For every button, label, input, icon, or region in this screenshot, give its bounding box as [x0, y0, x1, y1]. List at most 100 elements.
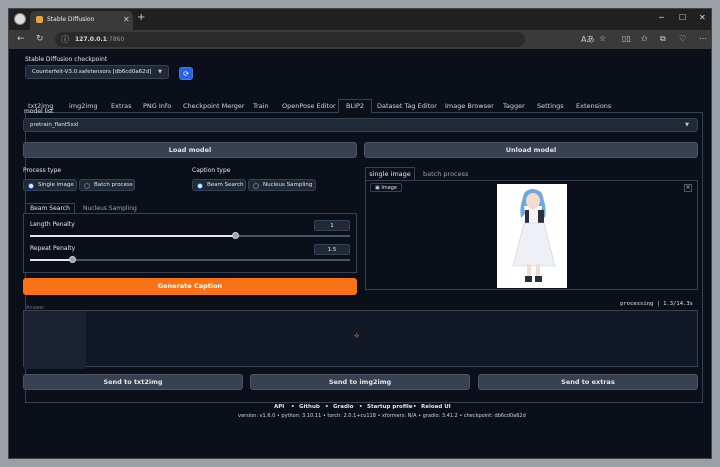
close-window-icon[interactable]: ✕ [699, 13, 706, 22]
repeat-penalty-label: Repeat Penalty [30, 245, 76, 252]
loading-spinner-icon: ⟡ [354, 331, 360, 340]
chevron-down-icon: ▼ [158, 69, 162, 75]
model-list-label: model list [24, 108, 54, 115]
minimize-icon[interactable]: ─ [659, 13, 664, 22]
tab-png-info[interactable]: PNG Info [143, 102, 171, 110]
collections-icon[interactable]: ⧉ [660, 34, 666, 44]
title-bar: Stable Diffusion ✕ + ─ ☐ ✕ [9, 9, 711, 30]
main-tabs: txt2img img2img Extras PNG Info Checkpoi… [25, 99, 703, 114]
tab-settings[interactable]: Settings [537, 102, 564, 110]
answer-loading-panel [24, 311, 86, 369]
footer-separator: • [413, 404, 417, 410]
favorite-star-icon[interactable]: ☆ [599, 34, 606, 43]
tab-blip2[interactable]: BLIP2 [346, 102, 364, 110]
image-label-text: Image [381, 185, 397, 191]
radio-label: Beam Search [207, 182, 244, 188]
radio-beam-search[interactable]: Beam Search [192, 179, 246, 191]
browser-window: Stable Diffusion ✕ + ─ ☐ ✕ ← ↻ ⓘ 127.0.0… [8, 8, 712, 459]
length-penalty-label: Length Penalty [30, 221, 75, 228]
slider-fill [30, 235, 235, 237]
tab-title: Stable Diffusion [47, 16, 95, 23]
version-info: version: v1.6.0 • python: 3.10.11 • torc… [238, 413, 526, 419]
slider-fill [30, 259, 72, 261]
caption-type-label: Caption type [192, 167, 231, 174]
address-bar-row: ← ↻ ⓘ 127.0.0.1:7860 Aあ ☆ ▯▯ ✩ ⧉ ♡ ⋯ [9, 30, 711, 49]
profile-avatar[interactable] [14, 13, 26, 25]
new-tab-icon[interactable]: + [137, 12, 145, 23]
tab-image-browser[interactable]: Image Browser [445, 102, 494, 110]
extensions-icon[interactable]: ♡ [679, 34, 686, 43]
footer-link-gradio[interactable]: Gradio [333, 404, 354, 410]
tab-extras[interactable]: Extras [111, 102, 132, 110]
subtab-nucleus-sampling[interactable]: Nucleus Sampling [83, 205, 137, 212]
url-text[interactable]: 127.0.0.1:7860 [75, 36, 124, 43]
tab-checkpoint-merger[interactable]: Checkpoint Merger [183, 102, 245, 110]
slider-knob[interactable] [68, 256, 76, 263]
tab-batch-process[interactable]: batch process [423, 170, 468, 178]
repeat-penalty-value[interactable]: 1.5 [314, 244, 350, 255]
refresh-icon[interactable]: ↻ [36, 34, 44, 44]
refresh-checkpoint-button[interactable]: ⟳ [179, 67, 193, 80]
length-penalty-slider[interactable] [30, 232, 350, 239]
back-icon[interactable]: ← [17, 34, 25, 44]
tab-dataset-tag-editor[interactable]: Dataset Tag Editor [377, 102, 437, 110]
radio-batch-process[interactable]: Batch process [79, 179, 135, 191]
url-box[interactable]: ⓘ 127.0.0.1:7860 [55, 32, 525, 47]
length-penalty-value[interactable]: 1 [314, 220, 350, 231]
checkpoint-value: Counterfeit-V3.0.safetensors [db6cd0a62d… [32, 69, 152, 75]
character-illustration [512, 189, 556, 282]
radio-label: Batch process [94, 182, 133, 188]
tab-train[interactable]: Train [253, 102, 269, 110]
close-tab-icon[interactable]: ✕ [123, 15, 130, 24]
repeat-penalty-slider[interactable] [30, 256, 350, 263]
unload-model-button[interactable]: Unload model [364, 142, 698, 158]
footer-separator: • [291, 404, 295, 410]
clear-image-button[interactable]: × [684, 184, 692, 192]
split-screen-icon[interactable]: ▯▯ [622, 34, 631, 43]
radio-nucleus-sampling[interactable]: Nucleus Sampling [248, 179, 316, 191]
send-to-extras-button[interactable]: Send to extras [478, 374, 698, 390]
radio-single-image[interactable]: Single image [23, 179, 77, 191]
generate-caption-button[interactable]: Generate Caption [23, 278, 357, 295]
send-to-txt2img-button[interactable]: Send to txt2img [23, 374, 243, 390]
footer-link-reload-ui[interactable]: Reload UI [421, 404, 451, 410]
tab-openpose-editor[interactable]: OpenPose Editor [282, 102, 336, 110]
radio-dot [84, 183, 90, 189]
image-upload-area[interactable]: ▣ Image × [365, 180, 698, 290]
load-model-button[interactable]: Load model [23, 142, 357, 158]
tab-extensions[interactable]: Extensions [576, 102, 611, 110]
footer-link-api[interactable]: API [274, 404, 284, 410]
footer-link-startup-profile[interactable]: Startup profile [367, 404, 413, 410]
favicon-icon [36, 16, 43, 23]
model-list-value: pretrain_flant5xxl [30, 122, 79, 128]
processing-status: processing | 1.3/14.3s [620, 301, 693, 307]
radio-dot [253, 183, 259, 189]
footer-separator: • [325, 404, 329, 410]
tab-tagger[interactable]: Tagger [503, 102, 525, 110]
uploaded-image [497, 184, 567, 288]
answer-output[interactable]: Answer processing | 1.3/14.3s ⟡ [23, 301, 698, 369]
footer-link-github[interactable]: Github [299, 404, 320, 410]
chevron-down-icon: ▼ [685, 122, 689, 128]
radio-label: Nucleus Sampling [263, 182, 313, 188]
radio-dot-selected [28, 183, 34, 189]
beam-search-panel: Length Penalty 1 Repeat Penalty 1.5 [23, 213, 357, 273]
footer-separator: • [359, 404, 363, 410]
image-label: ▣ Image [370, 183, 402, 192]
radio-dot-selected [197, 183, 203, 189]
checkpoint-label: Stable Diffusion checkpoint [25, 56, 108, 63]
more-menu-icon[interactable]: ⋯ [699, 34, 707, 43]
send-to-img2img-button[interactable]: Send to img2img [250, 374, 470, 390]
info-icon[interactable]: ⓘ [61, 34, 69, 45]
tab-single-image[interactable]: single image [365, 167, 415, 180]
favorites-icon[interactable]: ✩ [641, 34, 648, 43]
process-type-label: Process type [23, 167, 62, 174]
maximize-icon[interactable]: ☐ [679, 13, 686, 22]
model-list-dropdown[interactable]: pretrain_flant5xxl ▼ [23, 118, 698, 132]
slider-knob[interactable] [231, 232, 239, 239]
checkpoint-dropdown[interactable]: Counterfeit-V3.0.safetensors [db6cd0a62d… [25, 65, 169, 79]
radio-label: Single image [38, 182, 74, 188]
tab-img2img[interactable]: img2img [69, 102, 98, 110]
read-aloud-icon[interactable]: Aあ [581, 34, 594, 45]
browser-tab[interactable]: Stable Diffusion ✕ [30, 11, 133, 30]
